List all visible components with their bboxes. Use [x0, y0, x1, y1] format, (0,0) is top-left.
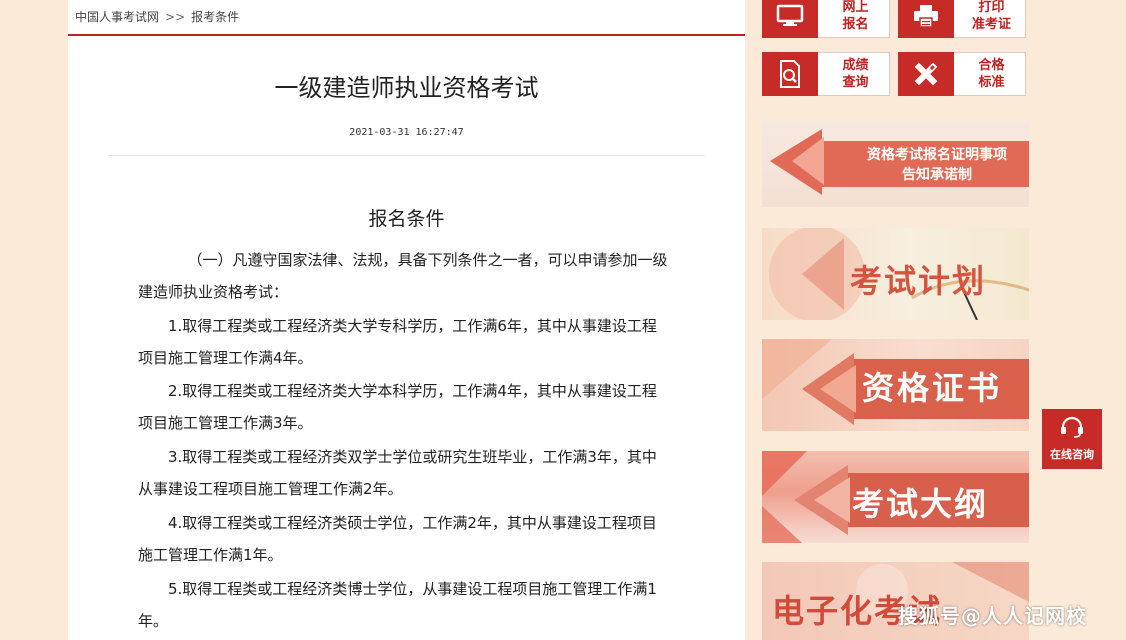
article-paragraph: （一）凡遵守国家法律、法规，具备下列条件之一者，可以申请参加一级建造师执业资格考…	[138, 251, 668, 301]
breadcrumb-home-link[interactable]: 中国人事考试网	[75, 10, 159, 24]
score-inquiry-button[interactable]: 成绩 查询	[762, 52, 890, 96]
exam-plan-text: 考试计划	[850, 262, 987, 300]
watermark: 搜狐号@人人记网校	[898, 604, 1087, 628]
qualification-certificate-banner[interactable]: 资格证书	[762, 339, 1029, 431]
article-paragraph: 2.取得工程类或工程经济类大学本科学历，工作满4年，其中从事建设工程项目施工管理…	[138, 382, 657, 432]
score-inquiry-label: 成绩 查询	[842, 58, 869, 90]
printer-icon	[898, 0, 954, 38]
online-registration-label: 网上 报名	[842, 0, 869, 32]
online-registration-button[interactable]: 网上 报名	[762, 0, 890, 38]
magnifier-document-icon	[762, 52, 818, 96]
article-paragraph: 4.取得工程类或工程经济类硕士学位，工作满2年，其中从事建设工程项目施工管理工作…	[138, 514, 657, 564]
online-consult-label: 在线咨询	[1050, 448, 1094, 461]
online-consult-button[interactable]: 在线咨询	[1042, 409, 1102, 469]
commitment-notice-text: 资格考试报名证明事项 告知承诺制	[867, 147, 1007, 183]
article-paragraph: 3.取得工程类或工程经济类双学士学位或研究生班毕业，工作满3年，其中从事建设工程…	[138, 448, 657, 498]
qualification-certificate-text: 资格证书	[862, 369, 1003, 407]
exam-syllabus-banner[interactable]: 考试大纲	[762, 451, 1029, 543]
exam-syllabus-text: 考试大纲	[852, 485, 989, 523]
qualification-standard-button[interactable]: 合格 标准	[898, 52, 1026, 96]
print-admission-ticket-label: 打印 准考证	[971, 0, 1011, 32]
monitor-icon	[762, 0, 818, 38]
print-admission-ticket-button[interactable]: 打印 准考证	[898, 0, 1026, 38]
title-divider	[108, 155, 705, 156]
sidebar: 网上 报名 打印 准考证 成绩 查询 合格 标准 资格考试报名证明事项 告知承诺制	[762, 0, 1030, 640]
pencil-ruler-icon	[898, 52, 954, 96]
exam-plan-banner[interactable]: 考试计划	[762, 228, 1029, 320]
article-paragraph: 1.取得工程类或工程经济类大学专科学历，工作满6年，其中从事建设工程项目施工管理…	[138, 317, 657, 367]
article-paragraph: 5.取得工程类或工程经济类博士学位，从事建设工程项目施工管理工作满1年。	[138, 580, 657, 630]
commitment-notice-banner[interactable]: 资格考试报名证明事项 告知承诺制	[762, 121, 1029, 207]
page-title: 一级建造师执业资格考试	[274, 74, 539, 102]
breadcrumb: 中国人事考试网 >> 报考条件	[68, 0, 745, 36]
publish-date: 2021-03-31 16:27:47	[349, 127, 464, 138]
breadcrumb-current-link[interactable]: 报考条件	[191, 10, 239, 24]
breadcrumb-separator: >>	[165, 10, 186, 24]
section-heading: 报名条件	[368, 208, 445, 230]
qualification-standard-label: 合格 标准	[978, 58, 1005, 90]
headset-icon	[1059, 416, 1085, 442]
article-panel: 中国人事考试网 >> 报考条件 一级建造师执业资格考试 2021-03-31 16:…	[68, 0, 745, 640]
